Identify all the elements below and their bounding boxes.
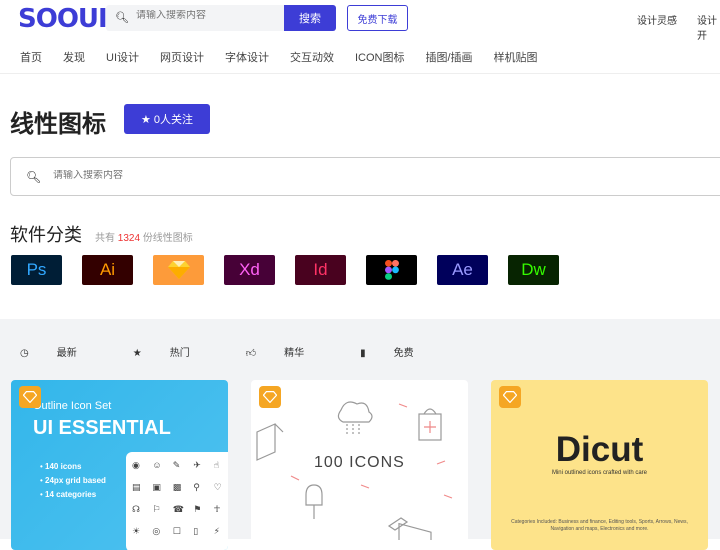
link-design-more[interactable]: 设计开: [697, 12, 720, 42]
sketch-badge-icon: [19, 386, 41, 408]
card-title: Dicut: [555, 430, 644, 469]
header-search-input[interactable]: [136, 10, 276, 21]
nav-web-design[interactable]: 网页设计: [160, 49, 204, 65]
filter-featured[interactable]: 👍︎ 精华: [246, 344, 332, 359]
filter-bar: ◷ 最新 ★ 热门 👍︎ 精华 ▮ 免费: [20, 344, 470, 359]
card-subtitle: Outline Icon Set: [33, 400, 112, 412]
icon-preview-grid: ◉ ☺ ✎ ✈ ☝ ▤ ▣ ▩ ⚲ ♡ ☊ ⚐ ☎ ⚑ ☥ ☀ ◎ ☐ ▯ ⚡: [126, 452, 228, 550]
nav-icons[interactable]: ICON图标: [355, 49, 405, 65]
indesign-icon[interactable]: Id: [295, 255, 346, 285]
sketch-badge-icon: [259, 386, 281, 408]
thumbs-up-icon: 👍︎: [245, 348, 257, 359]
main-nav: 首页 发现 UI设计 网页设计 字体设计 交互动效 ICON图标 插图/插画 样…: [20, 49, 559, 65]
resource-card[interactable]: 100 ICONS: [251, 380, 468, 550]
dreamweaver-icon[interactable]: Dw: [508, 255, 559, 285]
count-number: 1324: [117, 233, 141, 244]
follow-label: 0人关注: [153, 114, 193, 126]
header-search: 🔍︎: [106, 5, 284, 31]
page-title: 线性图标: [10, 111, 106, 138]
count-prefix: 共有: [95, 233, 115, 244]
filter-hot[interactable]: ★ 热门: [133, 344, 218, 359]
figma-icon[interactable]: [366, 255, 417, 285]
nav-font-design[interactable]: 字体设计: [225, 49, 269, 65]
filter-latest[interactable]: ◷ 最新: [20, 344, 105, 359]
photoshop-icon[interactable]: Ps: [11, 255, 62, 285]
card-feature: • 24px grid based: [40, 476, 106, 485]
illustrator-icon[interactable]: Ai: [82, 255, 133, 285]
free-download-button[interactable]: 免费下载: [347, 5, 408, 31]
category-search: 🔍︎: [10, 157, 720, 196]
sketch-icon[interactable]: [153, 255, 204, 285]
search-icon: 🔍︎: [26, 170, 42, 184]
card-subtitle: Mini outlined icons crafted with care: [551, 470, 648, 476]
nav-motion[interactable]: 交互动效: [290, 49, 334, 65]
count-suffix: 份线性图标: [142, 233, 193, 244]
card-title: UI ESSENTIAL: [33, 417, 171, 439]
search-button[interactable]: 搜索: [284, 5, 336, 31]
software-title: 软件分类: [10, 225, 82, 245]
top-bar: SOOUI 🔍︎ 搜索 免费下载 设计灵感 设计开 首页 发现 UI设计 网页设…: [0, 0, 720, 74]
resource-card[interactable]: Dicut Mini outlined icons crafted with c…: [491, 380, 708, 550]
software-count: 共有 1324 份线性图标: [95, 229, 193, 244]
aftereffects-icon[interactable]: Ae: [437, 255, 488, 285]
follow-button[interactable]: ★ 0人关注: [124, 104, 210, 134]
logo[interactable]: SOOUI: [18, 4, 108, 34]
xd-icon[interactable]: Xd: [224, 255, 275, 285]
search-icon: 🔍︎: [115, 12, 129, 24]
resource-card[interactable]: Outline Icon Set UI ESSENTIAL • 140 icon…: [11, 380, 228, 550]
clock-icon: ◷: [20, 348, 29, 359]
nav-illustration[interactable]: 插图/插画: [426, 49, 473, 65]
card-title: 100 ICONS: [314, 454, 405, 471]
nav-discover[interactable]: 发现: [63, 49, 85, 65]
sketch-badge-icon: [499, 386, 521, 408]
nav-home[interactable]: 首页: [20, 49, 42, 65]
nav-ui-design[interactable]: UI设计: [106, 49, 139, 65]
software-list: Ps Ai Xd Id Ae Dw: [11, 255, 559, 285]
star-icon: ★: [141, 113, 151, 126]
card-footnote: Categories Included: Business and financ…: [511, 519, 688, 532]
bookmark-icon: ▮: [360, 348, 366, 359]
category-search-input[interactable]: [53, 170, 353, 181]
card-feature: • 140 icons: [40, 462, 82, 471]
card-feature: • 14 categories: [40, 490, 97, 499]
nav-mockups[interactable]: 样机贴图: [494, 49, 538, 65]
filter-free[interactable]: ▮ 免费: [360, 344, 442, 359]
link-design-inspiration[interactable]: 设计灵感: [637, 12, 677, 27]
star-icon: ★: [132, 348, 142, 359]
